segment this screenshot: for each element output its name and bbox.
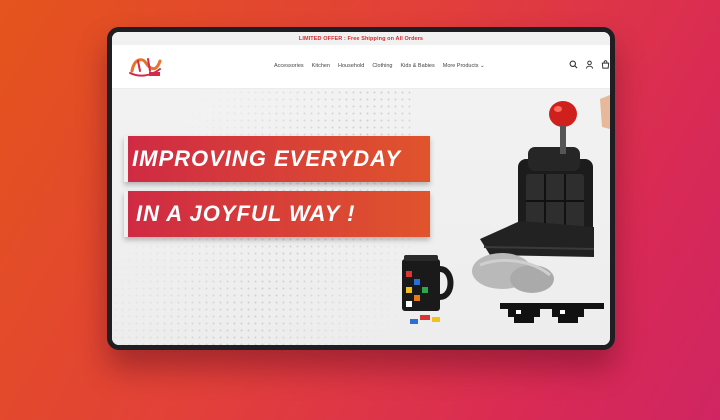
nav-item-household[interactable]: Household <box>338 63 364 69</box>
hero-line2-text: IN A JOYFUL WAY ! <box>136 201 356 226</box>
site-header: Accessories Kitchen Household Clothing K… <box>112 45 610 89</box>
lego-mug-icon <box>402 255 454 324</box>
pixel-sunglasses-icon <box>500 303 604 323</box>
hero-banner: IMPROVING EVERYDAY IN A JOYFUL WAY ! <box>112 89 610 345</box>
website-screen: LIMITED OFFER : Free Shipping on All Ord… <box>112 32 610 345</box>
nav-item-kids-babies[interactable]: Kids & Babies <box>401 63 435 69</box>
main-nav: Accessories Kitchen Household Clothing K… <box>274 63 485 69</box>
header-icons <box>569 60 610 69</box>
device-frame: LIMITED OFFER : Free Shipping on All Ord… <box>107 27 615 350</box>
punching-ball-icon <box>549 101 577 154</box>
announcement-bar: LIMITED OFFER : Free Shipping on All Ord… <box>112 32 610 45</box>
nav-item-accessories[interactable]: Accessories <box>274 63 304 69</box>
hero-line1-text: IMPROVING EVERYDAY <box>132 146 402 171</box>
backpack-icon <box>480 147 595 257</box>
brand-logo[interactable] <box>126 53 164 79</box>
announcement-text: LIMITED OFFER : Free Shipping on All Ord… <box>298 35 424 42</box>
cart-icon[interactable] <box>601 60 610 69</box>
nav-item-kitchen[interactable]: Kitchen <box>312 63 330 69</box>
nav-item-clothing[interactable]: Clothing <box>372 63 392 69</box>
search-icon[interactable] <box>569 60 578 69</box>
account-icon[interactable] <box>585 60 594 69</box>
nav-item-more-products[interactable]: More Products ⌄ <box>443 63 485 69</box>
eye-mask-icon <box>472 253 554 293</box>
product-collage-image <box>402 95 610 324</box>
